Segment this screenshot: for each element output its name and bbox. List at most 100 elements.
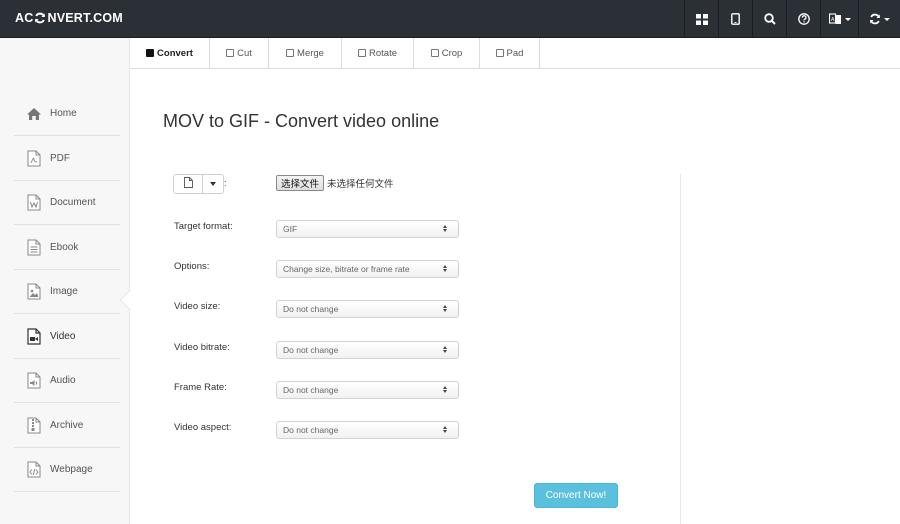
target-format-select[interactable]: GIF (276, 220, 459, 238)
select-arrows-icon (443, 225, 449, 234)
video-size-label: Video size: (174, 301, 221, 312)
tab-merge[interactable]: Merge (269, 38, 342, 68)
file-source-button-group (173, 174, 224, 194)
select-value: Change size, bitrate or frame rate (283, 264, 410, 274)
tab-label: Crop (441, 47, 463, 59)
brand-suffix: NVERT.COM (47, 11, 123, 25)
tablet-icon (731, 13, 740, 25)
refresh-button[interactable] (858, 0, 900, 38)
tab-label: Merge (297, 47, 324, 59)
image-file-icon (25, 283, 43, 301)
sidebar-item-archive[interactable]: Archive (14, 404, 120, 448)
file-icon (183, 175, 193, 193)
select-arrows-icon (443, 305, 449, 314)
help-button[interactable] (786, 0, 820, 38)
video-file-icon (25, 328, 43, 346)
select-arrows-icon (443, 386, 449, 395)
video-aspect-label: Video aspect: (174, 422, 232, 433)
frame-rate-select[interactable]: Do not change (276, 381, 459, 399)
file-source-dropdown-toggle[interactable] (203, 175, 223, 193)
sidebar-item-label: Video (50, 331, 76, 342)
select-arrows-icon (443, 265, 449, 274)
home-icon (25, 105, 43, 123)
help-icon (797, 13, 810, 25)
sidebar-item-label: Webpage (50, 464, 93, 475)
select-arrows-icon (443, 426, 449, 435)
video-aspect-select[interactable]: Do not change (276, 421, 459, 439)
refresh-logo-icon (34, 12, 46, 24)
tab-cut[interactable]: Cut (210, 38, 269, 68)
select-value: Do not change (283, 304, 339, 314)
sidebar-item-label: Image (50, 286, 78, 297)
sidebar-item-image[interactable]: Image (14, 270, 120, 314)
brand-prefix: AC (15, 11, 34, 25)
grid-icon (695, 13, 708, 25)
checkbox-icon (146, 49, 155, 57)
no-file-chosen-text: 未选择任何文件 (327, 179, 394, 190)
tab-label: Convert (157, 47, 193, 59)
tab-pad[interactable]: Pad (480, 38, 540, 68)
file-source-button[interactable] (174, 175, 203, 193)
file-input: 选择文件 未选择任何文件 (276, 175, 394, 191)
select-value: GIF (283, 224, 298, 234)
tab-label: Pad (506, 47, 524, 59)
tool-tabs: Convert Cut Merge Rotate Crop Pad (130, 38, 900, 69)
convert-now-button[interactable]: Convert Now! (534, 483, 618, 508)
tab-label: Cut (237, 47, 252, 59)
video-bitrate-label: Video bitrate: (174, 342, 230, 353)
search-icon (763, 13, 776, 25)
tab-rotate[interactable]: Rotate (342, 38, 414, 68)
frame-rate-label: Frame Rate: (174, 382, 227, 393)
grid-button[interactable] (684, 0, 718, 38)
mobile-button[interactable] (718, 0, 752, 38)
active-indicator (121, 291, 130, 309)
language-icon: A (828, 13, 842, 25)
select-arrows-icon (443, 346, 449, 355)
audio-file-icon (25, 372, 43, 390)
sidebar-item-label: Audio (50, 375, 76, 386)
sidebar-item-label: Home (50, 108, 77, 119)
target-format-label: Target format: (174, 221, 233, 232)
refresh-icon (869, 13, 881, 25)
checkbox-icon (358, 49, 366, 57)
content-divider (680, 174, 681, 524)
chevron-down-icon (844, 17, 851, 21)
svg-text:A: A (831, 17, 835, 23)
sidebar-item-pdf[interactable]: PDF (14, 137, 120, 181)
sidebar-item-home[interactable]: Home (14, 92, 120, 136)
sidebar-item-label: PDF (50, 153, 70, 164)
tab-crop[interactable]: Crop (414, 38, 480, 68)
checkbox-icon (286, 49, 295, 57)
options-select[interactable]: Change size, bitrate or frame rate (276, 260, 459, 278)
word-file-icon (25, 194, 43, 212)
brand-logo[interactable]: AC NVERT.COM (15, 11, 123, 25)
search-button[interactable] (752, 0, 786, 38)
sidebar-item-document[interactable]: Document (14, 181, 120, 225)
caret-down-icon (210, 182, 216, 186)
sidebar-item-video[interactable]: Video (14, 315, 120, 359)
select-value: Do not change (283, 425, 339, 435)
top-navbar: AC NVERT.COM A (0, 0, 900, 38)
checkbox-icon (495, 49, 504, 57)
tab-convert[interactable]: Convert (130, 38, 210, 68)
sidebar-item-label: Archive (50, 420, 84, 431)
archive-file-icon (25, 417, 43, 435)
choose-file-button[interactable]: 选择文件 (276, 175, 325, 191)
code-file-icon (25, 461, 43, 479)
sidebar-item-ebook[interactable]: Ebook (14, 226, 120, 270)
checkbox-icon (226, 49, 235, 57)
checkbox-icon (430, 49, 439, 57)
sidebar-item-label: Document (50, 197, 96, 208)
file-label-colon: : (224, 178, 227, 188)
sidebar-item-audio[interactable]: Audio (14, 359, 120, 403)
select-value: Do not change (283, 345, 339, 355)
page-title: MOV to GIF - Convert video online (163, 111, 440, 131)
language-button[interactable]: A (820, 0, 858, 38)
ebook-file-icon (25, 239, 43, 257)
sidebar-item-label: Ebook (50, 242, 79, 253)
pdf-file-icon (25, 150, 43, 168)
sidebar-item-webpage[interactable]: Webpage (14, 448, 120, 492)
video-size-select[interactable]: Do not change (276, 300, 459, 318)
options-label: Options: (174, 261, 210, 272)
video-bitrate-select[interactable]: Do not change (276, 341, 459, 359)
